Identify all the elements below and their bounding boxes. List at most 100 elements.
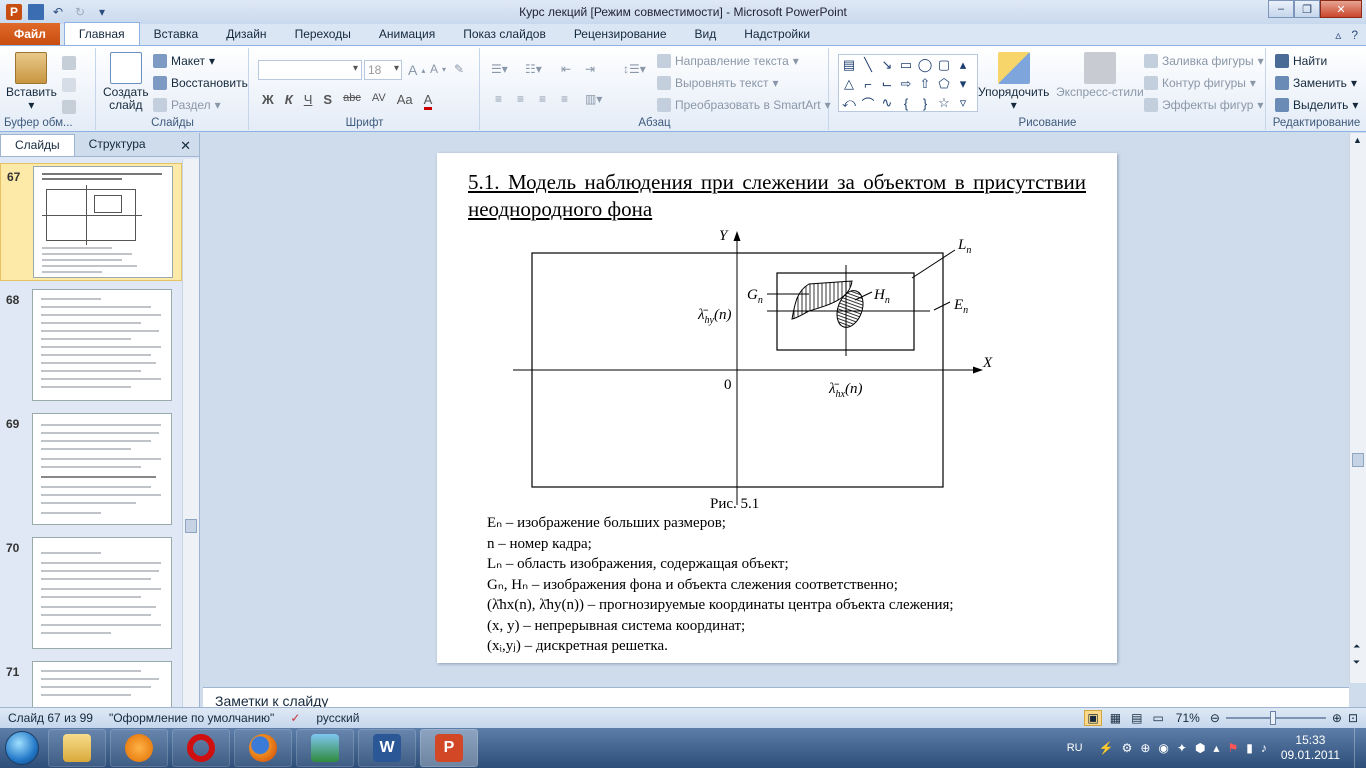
thumbnails-scrollbar[interactable] (182, 159, 199, 707)
tray-security-icon[interactable]: ◉ (1154, 741, 1172, 755)
line-shape-icon[interactable]: ╲ (859, 56, 877, 74)
arrange-button[interactable]: Упорядочить ▾ (978, 52, 1049, 112)
tab-file[interactable]: Файл (0, 23, 60, 45)
change-case-button[interactable]: Aa (397, 92, 413, 110)
decrease-indent-button[interactable]: ⇤ (561, 62, 571, 76)
brace-left-shape-icon[interactable]: { (897, 94, 915, 112)
clock[interactable]: 15:33 09.01.2011 (1271, 733, 1354, 763)
fit-slide-icon[interactable]: ⊡ (1348, 711, 1358, 725)
redo-icon[interactable]: ↻ (72, 4, 88, 20)
help-icon[interactable]: ? (1351, 28, 1358, 42)
callout-shape-icon[interactable]: ⬠ (935, 75, 953, 93)
taskbar-firefox[interactable] (234, 729, 292, 767)
tab-home[interactable]: Главная (63, 22, 140, 45)
save-icon[interactable] (28, 4, 44, 20)
text-direction-button[interactable]: Направление текста ▾ (657, 54, 799, 68)
taskbar-explorer[interactable] (48, 729, 106, 767)
zoom-in-icon[interactable]: ⊕ (1332, 711, 1342, 725)
show-desktop-button[interactable] (1354, 728, 1366, 768)
oval-shape-icon[interactable]: ◯ (916, 56, 934, 74)
language-bar[interactable]: RU (1055, 742, 1095, 754)
rounded-rect-shape-icon[interactable]: ▢ (935, 56, 953, 74)
gallery-down-icon[interactable]: ▾ (954, 75, 972, 93)
start-button[interactable] (0, 728, 44, 768)
increase-indent-button[interactable]: ⇥ (585, 62, 595, 76)
quick-styles-button[interactable]: Экспресс-стили (1056, 52, 1144, 99)
notes-pane[interactable]: Заметки к слайду (203, 687, 1349, 707)
tab-transitions[interactable]: Переходы (281, 23, 365, 45)
taskbar-word[interactable]: W (358, 729, 416, 767)
bullets-button[interactable]: ☰▾ (491, 62, 508, 76)
new-slide-button[interactable]: Создать слайд (103, 52, 149, 112)
scroll-up-icon[interactable]: ▲ (1353, 135, 1362, 145)
tray-settings-icon[interactable]: ⚙ (1118, 741, 1137, 755)
language-indicator[interactable]: русский (308, 711, 367, 725)
font-size-combobox[interactable]: 18 ▾ (364, 60, 402, 80)
thumbnail-slide-70[interactable]: 70 (0, 535, 182, 653)
shape-outline-button[interactable]: Контур фигуры ▾ (1144, 76, 1256, 90)
slideshow-view-icon[interactable]: ▭ (1150, 711, 1165, 725)
taskbar-powerpoint[interactable]: P (420, 729, 478, 767)
tab-design[interactable]: Дизайн (212, 23, 280, 45)
normal-view-icon[interactable]: ▣ (1084, 710, 1102, 726)
justify-button[interactable]: ≡ (561, 92, 568, 106)
paste-button[interactable]: Вставить ▾ (6, 52, 57, 112)
line-spacing-button[interactable]: ↕☰▾ (623, 62, 646, 76)
columns-button[interactable]: ▥▾ (585, 92, 602, 106)
taskbar-opera[interactable] (172, 729, 230, 767)
select-button[interactable]: Выделить ▾ (1275, 98, 1358, 112)
rectangle-shape-icon[interactable]: ▭ (897, 56, 915, 74)
triangle-shape-icon[interactable]: △ (840, 75, 858, 93)
format-painter-button[interactable] (62, 100, 76, 114)
tray-help-icon[interactable]: ⚡ (1095, 741, 1118, 755)
customize-qat-icon[interactable]: ▾ (94, 4, 110, 20)
shadow-button[interactable]: S (323, 92, 332, 110)
layout-button[interactable]: Макет ▾ (153, 54, 215, 68)
prev-slide-icon[interactable]: ⏶ (1353, 641, 1360, 652)
star-shape-icon[interactable]: ☆ (935, 94, 953, 112)
zoom-slider[interactable] (1225, 711, 1326, 725)
grow-font-button[interactable]: A ▴ (408, 62, 425, 78)
tray-show-hidden-icon[interactable]: ▴ (1209, 741, 1223, 755)
right-arrow-shape-icon[interactable]: ⇨ (897, 75, 915, 93)
slide-canvas[interactable]: 5.1. Модель наблюдения при слежении за о… (437, 153, 1117, 663)
strikethrough-button[interactable]: abc (343, 92, 361, 110)
powerpoint-app-icon[interactable]: P (6, 4, 22, 20)
undo-icon[interactable]: ↶ (50, 4, 66, 20)
slide-sorter-view-icon[interactable]: ▦ (1108, 711, 1123, 725)
freeform-shape-icon[interactable]: ∿ (878, 94, 896, 112)
align-left-button[interactable]: ≡ (495, 92, 502, 106)
curve-shape-icon[interactable]: ⤺ (840, 94, 858, 112)
tray-antivirus-icon[interactable]: ✦ (1173, 741, 1191, 755)
align-text-button[interactable]: Выровнять текст ▾ (657, 76, 779, 90)
shape-fill-button[interactable]: Заливка фигуры ▾ (1144, 54, 1264, 68)
elbow-shape-icon[interactable]: ⌙ (878, 75, 896, 93)
section-button[interactable]: Раздел ▾ (153, 98, 221, 112)
shapes-gallery[interactable]: ▤ ╲ ↘ ▭ ◯ ▢ ▴ △ ⌐ ⌙ ⇨ ⇧ ⬠ ▾ ⤺ ⌒ ∿{} ☆ ▿ (838, 54, 978, 112)
tab-slides-panel[interactable]: Слайды (0, 134, 75, 156)
replace-button[interactable]: Заменить ▾ (1275, 76, 1357, 90)
reading-view-icon[interactable]: ▤ (1129, 711, 1144, 725)
connector-shape-icon[interactable]: ⌐ (859, 75, 877, 93)
taskbar-image-viewer[interactable] (296, 729, 354, 767)
theme-name[interactable]: "Оформление по умолчанию" (101, 711, 282, 725)
tab-animations[interactable]: Анимация (365, 23, 449, 45)
tab-insert[interactable]: Вставка (140, 23, 213, 45)
font-name-combobox[interactable]: ▾ (258, 60, 362, 80)
arc-shape-icon[interactable]: ⌒ (859, 94, 877, 112)
align-center-button[interactable]: ≡ (517, 92, 524, 106)
tab-outline-panel[interactable]: Структура (75, 134, 160, 156)
thumbnail-slide-69[interactable]: 69 (0, 411, 182, 529)
scroll-thumb[interactable] (185, 519, 197, 533)
font-color-button[interactable]: A (423, 92, 433, 110)
gallery-more-icon[interactable]: ▿ (954, 94, 972, 112)
brace-right-shape-icon[interactable]: } (916, 94, 934, 112)
thumbnail-slide-67[interactable]: 67 (0, 163, 182, 281)
shrink-font-button[interactable]: A ▾ (430, 62, 446, 76)
minimize-button[interactable]: – (1268, 0, 1294, 18)
minimize-ribbon-icon[interactable]: ▵ (1335, 28, 1341, 42)
shape-effects-button[interactable]: Эффекты фигур ▾ (1144, 98, 1263, 112)
bold-button[interactable]: Ж (262, 92, 274, 110)
tab-view[interactable]: Вид (681, 23, 731, 45)
copy-button[interactable] (62, 78, 76, 92)
